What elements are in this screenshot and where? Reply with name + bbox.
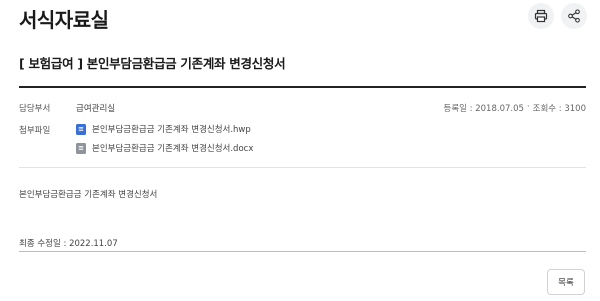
document-stats: 등록일 : 2018.07.05 · 조회수 : 3100 xyxy=(444,102,586,114)
attachment-name: 본인부담금환급금 기존계좌 변경신청서.hwp xyxy=(92,125,251,135)
list-button[interactable]: 목록 xyxy=(547,269,585,295)
printer-icon xyxy=(534,9,548,23)
attachment-name: 본인부담금환급금 기존계좌 변경신청서.docx xyxy=(92,144,254,154)
share-button[interactable] xyxy=(561,3,587,29)
attachments-label: 첨부파일 xyxy=(19,126,51,136)
document-title: [ 보험급여 ] 본인부담금환급금 기존계좌 변경신청서 xyxy=(19,56,286,71)
page-title: 서식자료실 xyxy=(19,8,109,32)
docx-file-icon: ≡ xyxy=(76,142,86,154)
document-content: 본인부담금환급금 기존계좌 변경신청서 xyxy=(19,190,158,200)
department-value: 급여관리실 xyxy=(76,104,116,114)
attachment-hwp-link[interactable]: ≡ 본인부담금환급금 기존계좌 변경신청서.hwp xyxy=(76,123,251,135)
registered-date: 등록일 : 2018.07.05 xyxy=(443,104,524,114)
attachment-docx-link[interactable]: ≡ 본인부담금환급금 기존계좌 변경신청서.docx xyxy=(76,142,253,154)
hwp-file-icon: ≡ xyxy=(76,123,86,135)
print-button[interactable] xyxy=(528,3,554,29)
share-icon xyxy=(568,9,580,23)
stats-separator: · xyxy=(526,102,530,112)
department-label: 담당부서 xyxy=(19,104,51,114)
view-count: 조회수 : 3100 xyxy=(532,104,586,114)
content-divider xyxy=(19,251,586,252)
meta-divider xyxy=(19,167,586,168)
last-modified: 최종 수정일 : 2022.11.07 xyxy=(19,239,118,249)
title-divider xyxy=(19,86,586,88)
